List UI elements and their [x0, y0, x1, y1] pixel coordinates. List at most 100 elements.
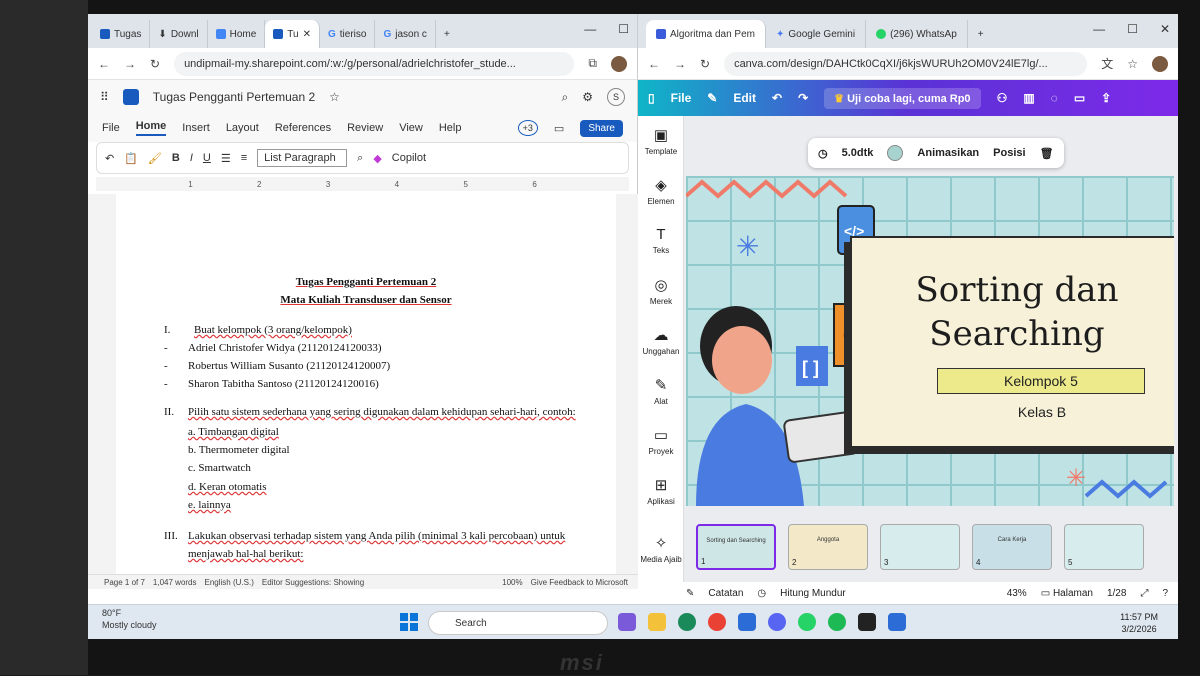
tab-whatsapp[interactable]: (296) WhatsAp [866, 20, 968, 48]
underline-icon[interactable]: U [203, 152, 211, 164]
nav-text[interactable]: T Teks [638, 226, 684, 255]
store-icon[interactable] [738, 613, 756, 631]
tab-6[interactable]: Gjason c [375, 20, 436, 48]
nav-apps[interactable]: ⊞ Aplikasi [638, 476, 684, 506]
new-tab-button-right[interactable]: + [968, 20, 994, 48]
redo-icon[interactable]: ↷ [798, 91, 808, 105]
menu-insert[interactable]: Insert [182, 122, 210, 134]
menu-file[interactable]: File [102, 122, 120, 134]
undo-icon[interactable]: ↶ [772, 91, 782, 105]
color-swatch[interactable] [887, 145, 904, 161]
chart-icon[interactable]: ▥ [1023, 91, 1034, 105]
media-app-icon[interactable] [858, 613, 876, 631]
nav-template[interactable]: ▣ Template [638, 126, 684, 156]
url-input[interactable]: undipmail-my.sharepoint.com/:w:/g/person… [174, 51, 575, 76]
menu-help[interactable]: Help [439, 122, 462, 134]
edit-menu[interactable]: Edit [733, 91, 756, 105]
clipboard-icon[interactable]: 📋 [124, 152, 138, 165]
minimize-icon[interactable]: — [1093, 22, 1105, 36]
nav-brand[interactable]: ◎ Merek [638, 276, 684, 306]
translate-icon[interactable]: 文 [1101, 55, 1113, 72]
profile-avatar-right[interactable] [1152, 55, 1168, 72]
close-icon[interactable]: ✕ [1160, 22, 1170, 36]
back-icon[interactable]: ← [648, 57, 660, 71]
position-button[interactable]: Posisi [993, 147, 1025, 159]
maximize-icon[interactable]: ☐ [1127, 22, 1138, 36]
tab-4-active[interactable]: Tu ✕ [265, 20, 320, 48]
format-painter-icon[interactable]: 🖌 [148, 152, 162, 165]
fullscreen-icon[interactable]: ⤢ [1140, 588, 1148, 599]
app-icon[interactable] [888, 613, 906, 631]
present-icon[interactable]: ▭ [1074, 91, 1085, 105]
share-icon[interactable]: ⇪ [1101, 91, 1111, 105]
editor-status[interactable]: Editor Suggestions: Showing [262, 578, 364, 587]
nav-elements[interactable]: ◈ Elemen [638, 176, 684, 206]
weather-widget[interactable]: 80°F Mostly cloudy [102, 607, 157, 631]
search-icon[interactable]: ⌕ [562, 90, 569, 105]
user-avatar[interactable]: S [607, 88, 625, 106]
sidebar-toggle-icon[interactable]: ▯ [648, 91, 655, 105]
style-select[interactable]: List Paragraph [257, 149, 348, 167]
thumbnail-4[interactable]: Cara Kerja 4 [972, 524, 1052, 570]
thumbnail-1[interactable]: Sorting dan Searching 1 [696, 524, 776, 570]
menu-view[interactable]: View [399, 122, 423, 134]
discord-icon[interactable] [768, 613, 786, 631]
close-icon[interactable]: ✕ [303, 29, 311, 40]
file-menu[interactable]: File [671, 91, 692, 105]
menu-review[interactable]: Review [347, 122, 383, 134]
bold-icon[interactable]: B [172, 152, 180, 164]
tab-5[interactable]: Gtieriso [320, 20, 376, 48]
pages-button[interactable]: ▭ Halaman [1041, 588, 1093, 599]
comment-icon[interactable]: ◌ [1051, 91, 1058, 105]
tab-1[interactable]: Tugas [92, 20, 151, 48]
gear-icon[interactable]: ⚙ [582, 90, 593, 104]
language[interactable]: English (U.S.) [205, 578, 254, 587]
new-tab-button[interactable]: + [436, 20, 458, 48]
system-tray[interactable]: 11:57 PM 3/2/2026 [1120, 611, 1158, 635]
duration-button[interactable]: 5.0dtk [842, 147, 874, 159]
taskbar-search[interactable]: Search [428, 611, 608, 635]
nav-tools[interactable]: ✎ Alat [638, 376, 684, 406]
star-icon[interactable]: ☆ [329, 90, 340, 104]
find-icon[interactable]: ⌕ [357, 152, 363, 165]
copilot-button[interactable]: Copilot [392, 152, 426, 164]
copilot-app-icon[interactable] [618, 613, 636, 631]
feedback-link[interactable]: Give Feedback to Microsoft [531, 578, 628, 587]
back-icon[interactable]: ← [98, 57, 110, 71]
reload-icon[interactable]: ↻ [150, 57, 160, 71]
undo-icon[interactable]: ↶ [105, 152, 114, 165]
spotify-icon[interactable] [828, 613, 846, 631]
slide-title-card[interactable]: Sorting dan Searching Kelompok 5 Kelas B [850, 236, 1174, 448]
nav-uploads[interactable]: ☁ Unggahan [638, 326, 684, 356]
whatsapp-app-icon[interactable] [798, 613, 816, 631]
url-input-right[interactable]: canva.com/design/DAHCtk0CqXI/j6kjsWURUh2… [724, 51, 1088, 76]
comment-icon[interactable]: ▭ [554, 122, 564, 135]
animate-button[interactable]: Animasikan [917, 147, 979, 159]
document-page[interactable]: Tugas Pengganti Pertemuan 2 Mata Kuliah … [116, 194, 616, 574]
timer-button[interactable]: Hitung Mundur [780, 588, 846, 599]
trash-icon[interactable]: 🗑 [1040, 147, 1054, 160]
doc-title[interactable]: Tugas Pengganti Pertemuan 2 [153, 90, 315, 104]
tab-gemini[interactable]: ✦ Google Gemini [766, 20, 867, 48]
upgrade-button[interactable]: ♛ Uji coba lagi, cuma Rp0 [824, 87, 981, 109]
thumbnail-2[interactable]: Anggota 2 [788, 524, 868, 570]
menu-layout[interactable]: Layout [226, 122, 259, 134]
windows-start-icon[interactable] [400, 613, 418, 631]
edge-icon[interactable] [678, 613, 696, 631]
help-icon[interactable]: ? [1162, 588, 1168, 599]
people-icon[interactable]: ⚇ [997, 91, 1008, 105]
forward-icon[interactable]: → [674, 57, 686, 71]
forward-icon[interactable]: → [124, 57, 136, 71]
zoom-level[interactable]: 100% [502, 578, 522, 587]
notes-button[interactable]: Catatan [708, 588, 743, 599]
app-launcher-icon[interactable]: ⠿ [100, 90, 109, 104]
bookmark-star-icon[interactable]: ☆ [1127, 57, 1138, 71]
minimize-icon[interactable]: — [584, 22, 596, 36]
tab-3[interactable]: Home [208, 20, 266, 48]
maximize-icon[interactable]: ☐ [618, 22, 629, 36]
align-icon[interactable]: ≡ [241, 152, 247, 164]
extensions-icon[interactable]: ⧉ [588, 56, 597, 71]
menu-home[interactable]: Home [135, 120, 167, 136]
italic-icon[interactable]: I [190, 152, 193, 164]
nav-projects[interactable]: ▭ Proyek [638, 426, 684, 456]
